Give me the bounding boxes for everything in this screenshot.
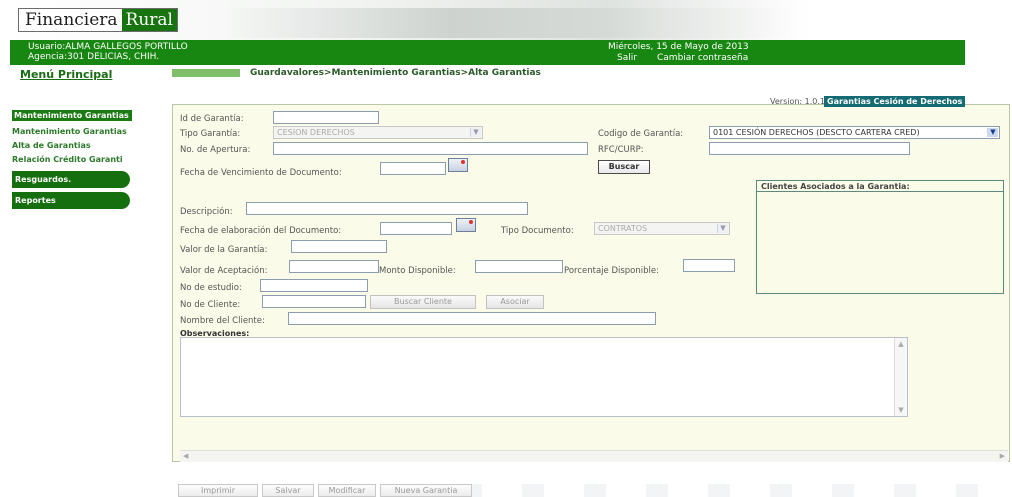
calendar-icon[interactable] <box>456 218 476 232</box>
id-garantia-label: Id de Garantía: <box>180 114 244 124</box>
agency-name: Agencia:301 DELICIAS, CHIH. <box>28 52 160 62</box>
scroll-down-icon[interactable]: ▼ <box>897 406 905 414</box>
scroll-left-icon[interactable]: ◀ <box>183 452 188 460</box>
no-estudio-input[interactable] <box>260 279 368 292</box>
tipo-documento-label: Tipo Documento: <box>501 226 574 236</box>
logo-text-financiera: Financiera <box>25 10 118 30</box>
fecha-vencimiento-label: Fecha de Vencimiento de Documento: <box>180 168 342 178</box>
rfc-curp-input[interactable] <box>709 142 910 155</box>
user-name: Usuario:ALMA GALLEGOS PORTILLO <box>28 42 188 52</box>
tipo-documento-value: CONTRATOS <box>598 224 648 233</box>
change-password-link[interactable]: Cambiar contraseña <box>657 53 748 63</box>
form-title-badge: Garantias Cesión de Derechos <box>824 96 966 107</box>
sidebar-item-reportes[interactable]: Reportes <box>12 192 130 209</box>
monto-disponible-input[interactable] <box>475 260 563 273</box>
scroll-up-icon[interactable]: ▲ <box>897 340 905 348</box>
porcentaje-disponible-input[interactable] <box>683 259 735 272</box>
current-date: Miércoles, 15 de Mayo de 2013 <box>608 42 749 52</box>
codigo-garantia-label: Codigo de Garantía: <box>598 129 684 139</box>
no-apertura-label: No. de Apertura: <box>180 145 251 155</box>
valor-aceptacion-input[interactable] <box>289 260 379 273</box>
chevron-down-icon: ▼ <box>470 128 481 137</box>
tipo-garantia-value: CESION DERECHOS <box>277 128 355 137</box>
no-cliente-input[interactable] <box>262 295 366 308</box>
nombre-cliente-label: Nombre del Cliente: <box>180 316 265 326</box>
valor-garantia-input[interactable] <box>291 240 387 253</box>
breadcrumb: Guardavalores>Mantenimiento Garantias>Al… <box>250 68 541 78</box>
monto-disponible-label: Monto Disponible: <box>379 266 456 276</box>
calendar-icon[interactable] <box>448 158 468 172</box>
sidebar-item-resguardos[interactable]: Resguardos. <box>12 171 130 188</box>
codigo-garantia-value: 0101 CESIÓN DERECHOS (DESCTO CARTERA CRE… <box>713 128 920 137</box>
sidebar-item-relacion-credito[interactable]: Relación Crédito Garanti <box>12 155 132 164</box>
no-cliente-label: No de Cliente: <box>180 300 241 310</box>
tipo-garantia-select[interactable]: CESION DERECHOS ▼ <box>273 126 483 139</box>
id-garantia-input[interactable] <box>273 111 379 124</box>
horizontal-scrollbar[interactable]: ◀ ▶ <box>180 450 1008 462</box>
buscar-button[interactable]: Buscar <box>598 160 650 174</box>
chevron-down-icon: ▼ <box>717 224 728 233</box>
sidebar-item-mantenimiento-garantias-active[interactable]: Mantenimiento Garantias <box>12 110 132 121</box>
breadcrumb-marker <box>172 69 240 77</box>
porcentaje-disponible-label: Porcentaje Disponible: <box>564 266 659 276</box>
no-apertura-input[interactable] <box>273 142 588 155</box>
tipo-garantia-label: Tipo Garantía: <box>180 129 241 139</box>
descripcion-label: Descripción: <box>180 207 233 217</box>
nombre-cliente-input[interactable] <box>288 312 656 325</box>
descripcion-input[interactable] <box>246 202 528 215</box>
sidebar-item-mantenimiento-garantias[interactable]: Mantenimiento Garantias <box>12 127 132 136</box>
rfc-curp-label: RFC/CURP: <box>598 145 644 155</box>
observaciones-textarea[interactable]: ▲ ▼ <box>180 337 908 417</box>
buscar-cliente-button[interactable]: Buscar Cliente <box>370 295 476 309</box>
chevron-down-icon: ▼ <box>987 128 998 137</box>
version-label: Version: 1.0.11 <box>770 97 831 106</box>
valor-garantia-label: Valor de la Garantía: <box>180 245 268 255</box>
no-estudio-label: No de estudio: <box>180 283 242 293</box>
textarea-scrollbar[interactable]: ▲ ▼ <box>894 338 907 416</box>
modificar-button[interactable]: Modificar <box>318 484 376 497</box>
banner-decoration <box>220 8 800 38</box>
valor-aceptacion-label: Valor de Aceptación: <box>180 266 268 276</box>
user-info-bar: Usuario:ALMA GALLEGOS PORTILLO Agencia:3… <box>10 40 965 65</box>
main-menu-link[interactable]: Menú Principal <box>20 68 112 81</box>
fecha-elaboracion-label: Fecha de elaboración del Documento: <box>180 226 342 236</box>
logo: Financiera Rural <box>18 8 178 32</box>
logout-link[interactable]: Salir <box>617 53 637 63</box>
clientes-asociados-title: Clientes Asociados a la Garantia: <box>757 181 1003 192</box>
asociar-button[interactable]: Asociar <box>486 295 544 309</box>
nueva-garantia-button[interactable]: Nueva Garantia <box>380 484 472 497</box>
codigo-garantia-select[interactable]: 0101 CESIÓN DERECHOS (DESCTO CARTERA CRE… <box>709 126 1000 139</box>
salvar-button[interactable]: Salvar <box>262 484 314 497</box>
imprimir-button[interactable]: Imprimir <box>178 484 258 497</box>
logo-text-rural: Rural <box>121 9 177 31</box>
fecha-vencimiento-input[interactable] <box>380 162 446 175</box>
fecha-elaboracion-input[interactable] <box>380 222 452 235</box>
clientes-asociados-panel: Clientes Asociados a la Garantia: <box>756 180 1004 294</box>
sidebar-item-alta-garantias[interactable]: Alta de Garantias <box>12 141 132 150</box>
scroll-right-icon[interactable]: ▶ <box>1000 452 1005 460</box>
tipo-documento-select[interactable]: CONTRATOS ▼ <box>594 222 730 235</box>
